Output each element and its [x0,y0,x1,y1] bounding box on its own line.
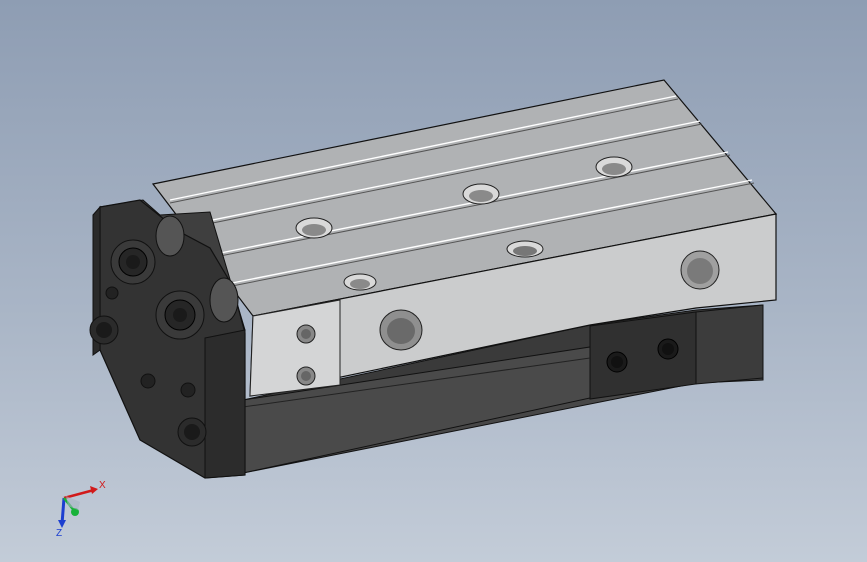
x-axis-label: X [99,480,106,491]
x-axis-arrow [63,488,95,500]
coordinate-triad: X Z [56,480,106,538]
end-plate-hole-2 [140,373,156,389]
base-mid-block [589,311,697,400]
z-axis-label: Z [56,528,62,538]
slide-cylinder-model[interactable] [0,0,867,562]
graphics-viewport[interactable]: X Z [0,0,867,562]
end-plate-hole-3 [180,382,196,398]
base-right-block [695,304,764,385]
